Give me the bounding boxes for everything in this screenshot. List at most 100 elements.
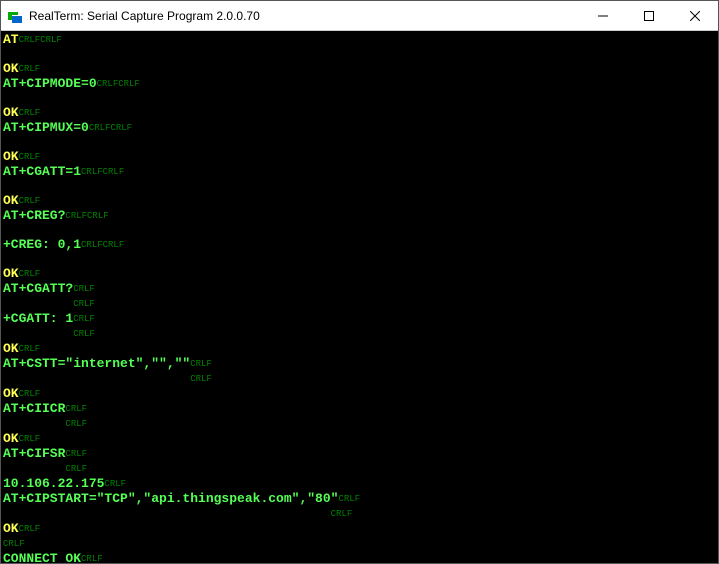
crlf-marker: CRLF <box>3 539 25 549</box>
terminal-line: AT+CIFSRCRLF <box>3 447 716 462</box>
terminal-line: CRLF <box>3 507 716 522</box>
terminal-line <box>3 48 716 62</box>
terminal-line: +CGATT: 1CRLF <box>3 312 716 327</box>
terminal-line <box>3 136 716 150</box>
terminal-line: CRLF <box>3 462 716 477</box>
terminal-text: OK <box>3 266 19 281</box>
terminal-text <box>3 326 73 341</box>
app-window: RealTerm: Serial Capture Program 2.0.0.7… <box>0 0 719 564</box>
crlf-marker: CRLF <box>103 240 125 250</box>
terminal-line: AT+CIPMUX=0CRLFCRLF <box>3 121 716 136</box>
terminal-line <box>3 180 716 194</box>
terminal-line: ATCRLFCRLF <box>3 33 716 48</box>
crlf-marker: CRLF <box>19 434 41 444</box>
crlf-marker: CRLF <box>19 524 41 534</box>
crlf-marker: CRLF <box>65 449 87 459</box>
terminal-text: +CGATT: 1 <box>3 311 73 326</box>
terminal-text: OK <box>3 193 19 208</box>
terminal-text: +CREG: 0,1 <box>3 237 81 252</box>
terminal-line: OKCRLF <box>3 62 716 77</box>
crlf-marker: CRLF <box>81 554 103 563</box>
terminal-text: AT <box>3 32 19 47</box>
window-controls <box>580 1 718 30</box>
terminal-line: AT+CREG?CRLFCRLF <box>3 209 716 224</box>
window-title: RealTerm: Serial Capture Program 2.0.0.7… <box>29 9 580 23</box>
terminal-line: +CREG: 0,1CRLFCRLF <box>3 238 716 253</box>
terminal-text: AT+CIPSTART="TCP","api.thingspeak.com","… <box>3 491 338 506</box>
crlf-marker: CRLF <box>338 494 360 504</box>
crlf-marker: CRLF <box>110 123 132 133</box>
crlf-marker: CRLF <box>103 167 125 177</box>
terminal-line: CRLF <box>3 372 716 387</box>
terminal-text: AT+CIFSR <box>3 446 65 461</box>
crlf-marker: CRLF <box>19 344 41 354</box>
terminal-text: AT+CIICR <box>3 401 65 416</box>
terminal-text: OK <box>3 431 19 446</box>
minimize-button[interactable] <box>580 1 626 30</box>
terminal-text: AT+CGATT=1 <box>3 164 81 179</box>
terminal-line: AT+CSTT="internet","",""CRLF <box>3 357 716 372</box>
crlf-marker: CRLF <box>73 314 95 324</box>
titlebar[interactable]: RealTerm: Serial Capture Program 2.0.0.7… <box>1 1 718 31</box>
crlf-marker: CRLF <box>73 284 95 294</box>
crlf-marker: CRLF <box>81 240 103 250</box>
terminal-text <box>3 371 190 386</box>
crlf-marker: CRLF <box>73 299 95 309</box>
crlf-marker: CRLF <box>19 269 41 279</box>
crlf-marker: CRLF <box>104 479 126 489</box>
crlf-marker: CRLF <box>331 509 353 519</box>
app-icon <box>7 8 23 24</box>
terminal-line: OKCRLF <box>3 194 716 209</box>
close-button[interactable] <box>672 1 718 30</box>
terminal-line: CRLF <box>3 327 716 342</box>
crlf-marker: CRLF <box>97 79 119 89</box>
terminal-text: AT+CIPMUX=0 <box>3 120 89 135</box>
crlf-marker: CRLF <box>19 152 41 162</box>
terminal-line: AT+CIICRCRLF <box>3 402 716 417</box>
terminal-text <box>3 296 73 311</box>
terminal-text <box>3 416 65 431</box>
terminal-text: OK <box>3 149 19 164</box>
terminal-line: 10.106.22.175CRLF <box>3 477 716 492</box>
terminal-text: AT+CREG? <box>3 208 65 223</box>
terminal-line: CRLF <box>3 417 716 432</box>
terminal-line: AT+CIPSTART="TCP","api.thingspeak.com","… <box>3 492 716 507</box>
crlf-marker: CRLF <box>190 374 212 384</box>
terminal-text: OK <box>3 61 19 76</box>
crlf-marker: CRLF <box>65 419 87 429</box>
terminal-text: OK <box>3 521 19 536</box>
crlf-marker: CRLF <box>19 389 41 399</box>
crlf-marker: CRLF <box>89 123 111 133</box>
terminal-text <box>3 461 65 476</box>
crlf-marker: CRLF <box>87 211 109 221</box>
terminal-text: 10.106.22.175 <box>3 476 104 491</box>
terminal-line: CRLF <box>3 297 716 312</box>
terminal-line: AT+CGATT=1CRLFCRLF <box>3 165 716 180</box>
crlf-marker: CRLF <box>19 64 41 74</box>
crlf-marker: CRLF <box>19 35 41 45</box>
terminal-text: AT+CIPMODE=0 <box>3 76 97 91</box>
terminal-line: AT+CIPMODE=0CRLFCRLF <box>3 77 716 92</box>
crlf-marker: CRLF <box>65 211 87 221</box>
terminal-text: AT+CSTT="internet","","" <box>3 356 190 371</box>
terminal-line: CONNECT OKCRLF <box>3 552 716 563</box>
terminal-line: OKCRLF <box>3 342 716 357</box>
crlf-marker: CRLF <box>40 35 62 45</box>
crlf-marker: CRLF <box>19 196 41 206</box>
terminal-line: AT+CGATT?CRLF <box>3 282 716 297</box>
terminal-line: OKCRLF <box>3 106 716 121</box>
crlf-marker: CRLF <box>65 464 87 474</box>
crlf-marker: CRLF <box>19 108 41 118</box>
terminal-text: CONNECT OK <box>3 551 81 563</box>
terminal-text: AT+CGATT? <box>3 281 73 296</box>
crlf-marker: CRLF <box>81 167 103 177</box>
terminal-text: OK <box>3 341 19 356</box>
crlf-marker: CRLF <box>118 79 140 89</box>
terminal-text <box>3 506 331 521</box>
terminal-line <box>3 92 716 106</box>
terminal-line <box>3 253 716 267</box>
terminal-output[interactable]: ATCRLFCRLF OKCRLFAT+CIPMODE=0CRLFCRLF OK… <box>1 31 718 563</box>
crlf-marker: CRLF <box>65 404 87 414</box>
maximize-button[interactable] <box>626 1 672 30</box>
terminal-text: OK <box>3 386 19 401</box>
